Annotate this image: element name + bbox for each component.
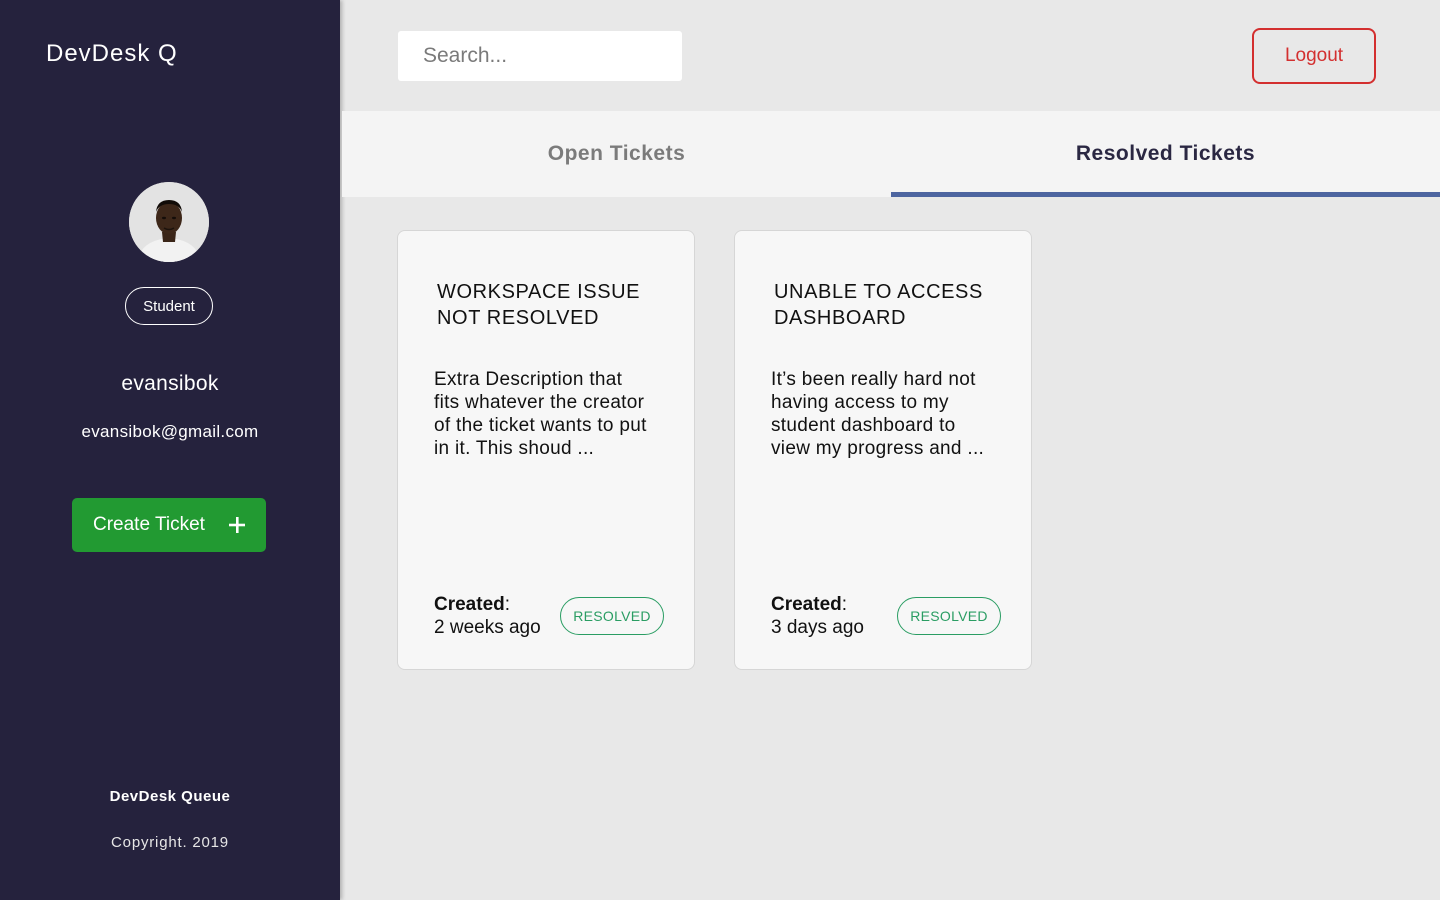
role-badge: Student bbox=[125, 287, 213, 325]
logout-button[interactable]: Logout bbox=[1252, 28, 1376, 84]
username: evansibok bbox=[121, 372, 219, 395]
ticket-description: Extra Description that fits whatever the… bbox=[434, 369, 647, 459]
status-badge: RESOLVED bbox=[897, 597, 1001, 635]
sidebar: DevDesk Q Student evansibok evansibok@gm… bbox=[0, 0, 340, 900]
created-value: 3 days ago bbox=[771, 617, 864, 638]
ticket-card[interactable]: WORKSPACE ISSUE NOT RESOLVED Extra Descr… bbox=[397, 230, 695, 670]
status-badge: RESOLVED bbox=[560, 597, 664, 635]
avatar-photo bbox=[129, 182, 209, 262]
ticket-tabs: Open Tickets Resolved Tickets bbox=[342, 111, 1440, 197]
plus-icon bbox=[229, 517, 245, 533]
ticket-title: WORKSPACE ISSUE NOT RESOLVED bbox=[437, 281, 641, 329]
tab-resolved-tickets[interactable]: Resolved Tickets bbox=[891, 111, 1440, 197]
ticket-created: Created: 3 days ago bbox=[771, 594, 864, 638]
ticket-created: Created: 2 weeks ago bbox=[434, 594, 541, 638]
create-ticket-button[interactable]: Create Ticket bbox=[72, 498, 266, 552]
create-ticket-label: Create Ticket bbox=[93, 514, 205, 535]
avatar bbox=[129, 182, 209, 262]
created-value: 2 weeks ago bbox=[434, 617, 541, 638]
footer-title: DevDesk Queue bbox=[109, 788, 231, 805]
search-input[interactable] bbox=[398, 31, 682, 81]
created-label: Created bbox=[434, 594, 505, 615]
ticket-card[interactable]: UNABLE TO ACCESS DASHBOARD It’s been rea… bbox=[734, 230, 1032, 670]
ticket-title: UNABLE TO ACCESS DASHBOARD bbox=[774, 281, 983, 329]
ticket-description: It’s been really hard not having access … bbox=[771, 369, 985, 459]
tab-open-tickets[interactable]: Open Tickets bbox=[342, 111, 891, 197]
created-label: Created bbox=[771, 594, 842, 615]
app-root: DevDesk Q Student evansibok evansibok@gm… bbox=[0, 0, 1440, 900]
user-email: evansibok@gmail.com bbox=[81, 422, 259, 441]
footer-copyright: Copyright. 2019 bbox=[111, 834, 229, 851]
brand-title: DevDesk Q bbox=[46, 40, 178, 67]
